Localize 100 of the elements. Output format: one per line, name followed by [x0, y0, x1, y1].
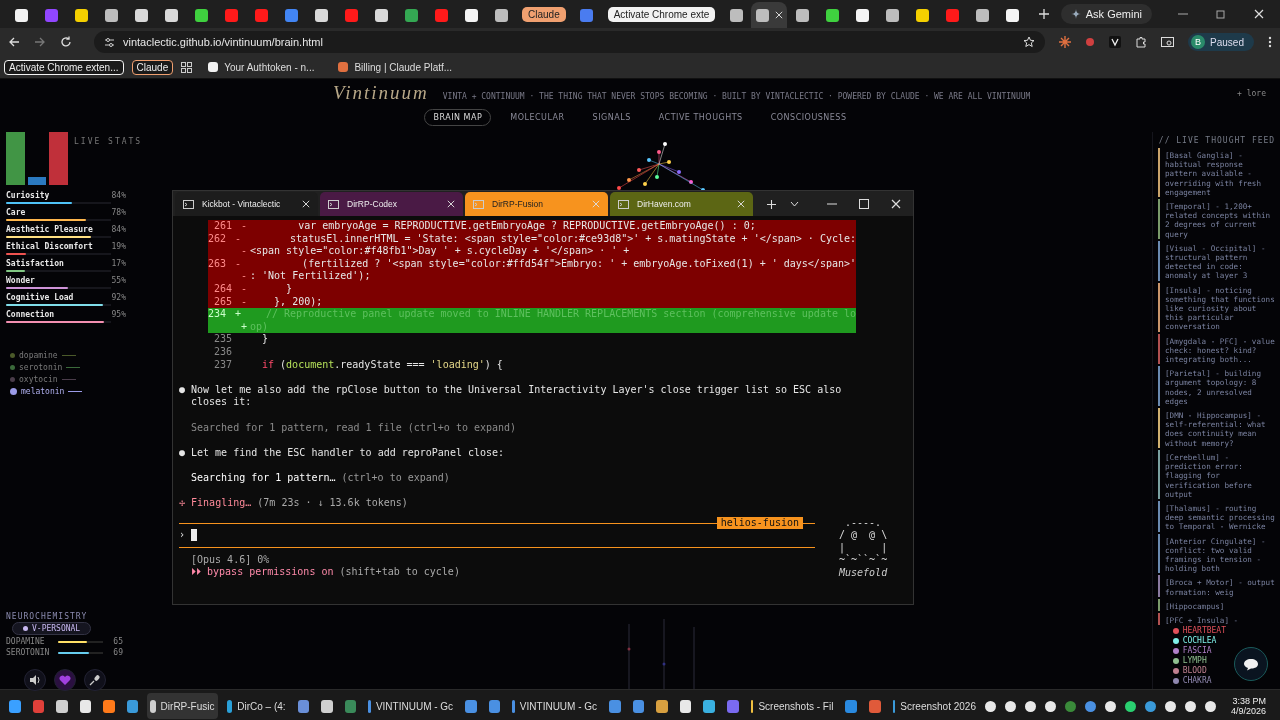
- address-bar[interactable]: vintaclectic.github.io/vintinuum/brain.html: [94, 31, 1046, 53]
- menu-icon[interactable]: [1268, 36, 1272, 48]
- clock[interactable]: 3:38 PM 4/9/2026: [1230, 696, 1266, 716]
- puzzle-icon[interactable]: [1135, 36, 1148, 48]
- taskbar-app[interactable]: DirRP-Fusic: [147, 693, 218, 719]
- stat-label: Cognitive Load: [6, 293, 75, 302]
- nav-tab[interactable]: MOLECULAR: [501, 109, 574, 126]
- session-label: helios-fusion: [716, 516, 803, 529]
- taskbar-app[interactable]: Screenshot 2026: [889, 693, 979, 719]
- close-window-icon[interactable]: [891, 199, 901, 209]
- taskbar-app-icon[interactable]: [56, 699, 68, 713]
- tray-icon[interactable]: [1004, 700, 1016, 712]
- taskbar-app-icon[interactable]: [103, 699, 115, 713]
- terminal-tab[interactable]: Kickbot - Vintaclectic: [175, 192, 318, 216]
- taskbar-app[interactable]: VINTINUUM - Gc: [509, 693, 601, 719]
- nav-tab[interactable]: SIGNALS: [583, 109, 640, 126]
- browser-tab[interactable]: [751, 2, 788, 28]
- stat-label: Wonder: [6, 276, 36, 285]
- nav-tab[interactable]: ACTIVE THOUGHTS: [649, 109, 752, 126]
- line-number: 263: [208, 257, 227, 271]
- tray-icon[interactable]: [1024, 700, 1036, 712]
- taskbar-app-icon[interactable]: [703, 699, 715, 713]
- stat-value: 17%: [110, 259, 126, 268]
- tab-close-icon[interactable]: [774, 11, 783, 19]
- diff-sign: -: [241, 282, 249, 296]
- terminal-icon: [618, 199, 629, 209]
- terminal-tab[interactable]: DirRP-Fusion: [465, 192, 608, 216]
- reload-icon[interactable]: [60, 36, 72, 48]
- restore-icon[interactable]: [1216, 9, 1226, 19]
- tray-icon[interactable]: [1184, 700, 1196, 712]
- neuro-value: 69: [112, 648, 123, 657]
- mode-toggle-button[interactable]: V-PERSONAL: [12, 622, 92, 635]
- new-tab-icon[interactable]: [767, 199, 776, 209]
- permission-mode: bypass permissions on: [207, 566, 334, 578]
- taskbar-app-icon[interactable]: [321, 699, 333, 713]
- line-number: 236: [212, 345, 232, 359]
- tray-icon[interactable]: [1044, 700, 1056, 712]
- nav-tab[interactable]: CONSCIOUSNESS: [761, 109, 856, 126]
- bookmark-star-icon[interactable]: [1023, 36, 1036, 48]
- tab-search-icon[interactable]: [1161, 36, 1175, 48]
- tray-icon[interactable]: [984, 700, 996, 712]
- profile-button[interactable]: B Paused: [1188, 33, 1254, 51]
- tray-icon[interactable]: [1204, 700, 1216, 712]
- tab-group-chip[interactable]: Claude: [522, 6, 566, 22]
- bookmark-link[interactable]: Billing | Claude Platf...: [330, 61, 461, 73]
- speaker-icon: [29, 674, 41, 686]
- bookmark-link[interactable]: Your Authtoken - n...: [200, 61, 323, 73]
- extension-icon[interactable]: [1109, 36, 1122, 48]
- taskbar-app-icon[interactable]: [656, 699, 668, 713]
- terminal-tab[interactable]: DirHaven.com: [610, 192, 753, 216]
- legend-label: LYMPH: [1182, 656, 1207, 665]
- tab-close-icon[interactable]: [447, 200, 455, 208]
- forward-icon[interactable]: [34, 36, 46, 48]
- chevron-down-icon[interactable]: [790, 201, 799, 207]
- new-tab-icon[interactable]: [1039, 9, 1050, 19]
- heart-button[interactable]: [54, 669, 76, 691]
- terminal-icon: [328, 199, 339, 209]
- bookmark-group-chip[interactable]: Claude: [131, 59, 174, 75]
- chemical-line: [61, 379, 76, 380]
- tray-icon[interactable]: [1164, 700, 1176, 712]
- bookmark-group-chip[interactable]: Activate Chrome exten...: [4, 59, 124, 75]
- taskbar-app-icon[interactable]: [79, 699, 92, 713]
- line-number: 262: [208, 232, 227, 246]
- microphone-button[interactable]: [84, 669, 106, 691]
- spinner-icon: ✢: [179, 497, 186, 509]
- stat-value: 95%: [110, 310, 126, 319]
- tab-close-icon[interactable]: [302, 200, 310, 208]
- taskbar-app-icon[interactable]: [9, 699, 21, 713]
- close-window-icon[interactable]: [1254, 9, 1264, 19]
- back-icon[interactable]: [8, 36, 20, 48]
- tab-group-chip[interactable]: Activate Chrome exte: [607, 6, 716, 22]
- ask-gemini-button[interactable]: Ask Gemini: [1060, 4, 1152, 24]
- stat-label: Curiosity: [6, 191, 51, 200]
- lore-link[interactable]: + lore: [1237, 88, 1266, 98]
- line-number: 237: [212, 358, 232, 372]
- terminal-tab[interactable]: DirRP-Codex: [320, 192, 463, 216]
- status-verb: Finagling…: [191, 497, 252, 509]
- tool-summary: Searched for 1 pattern, read 1 file (ctrl+o to expand): [191, 421, 518, 435]
- apps-grid-icon[interactable]: [181, 61, 193, 73]
- maximize-icon[interactable]: [859, 199, 869, 209]
- taskbar-app[interactable]: Screenshots - Fil: [747, 693, 837, 719]
- mode-arrows-icon: ⏵⏵: [191, 566, 201, 578]
- neurochemistry-heading: NEUROCHEMISTRY: [6, 612, 89, 621]
- diff-sign: -: [241, 245, 249, 258]
- tray-icon[interactable]: [1104, 700, 1116, 712]
- tray-icon[interactable]: [1144, 700, 1156, 712]
- legend-label: CHAKRA: [1182, 676, 1212, 685]
- chat-button[interactable]: [1234, 647, 1268, 681]
- site-info-icon[interactable]: [104, 36, 115, 48]
- stats-bar-drawing: [6, 132, 68, 185]
- code-line: : 'Not Fertilized');: [250, 270, 371, 283]
- taskbar-app-icon[interactable]: [679, 699, 692, 713]
- tray-icon[interactable]: [1124, 700, 1136, 712]
- stat-label: Ethical Discomfort: [6, 242, 94, 251]
- taskbar-app-icon[interactable]: [126, 699, 139, 713]
- speaker-button[interactable]: [24, 669, 46, 691]
- taskbar-app[interactable]: VINTINUUM - Gc: [365, 693, 457, 719]
- taskbar-app[interactable]: DirCo – (4:: [223, 693, 289, 719]
- stat-label: Care: [6, 208, 27, 217]
- mascot-ascii-art: .----. / @ @ \ | | ~`~``~`~: [839, 516, 888, 568]
